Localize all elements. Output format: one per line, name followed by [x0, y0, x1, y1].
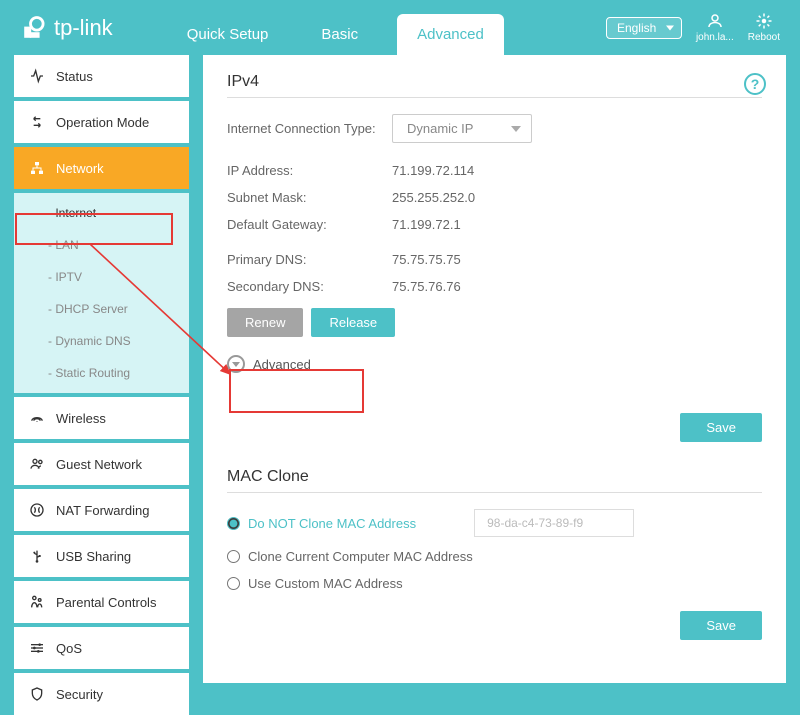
- sidebar-sub-internet[interactable]: - Internet: [14, 197, 189, 229]
- nat-icon: [28, 501, 46, 519]
- gateway-value: 71.199.72.1: [392, 217, 461, 232]
- sidebar-sub-static-routing[interactable]: - Static Routing: [14, 357, 189, 389]
- sidebar-item-qos[interactable]: QoS: [14, 627, 189, 669]
- subnet-value: 255.255.252.0: [392, 190, 475, 205]
- user-icon: [706, 12, 724, 30]
- advanced-toggle[interactable]: Advanced: [227, 355, 762, 373]
- renew-button[interactable]: Renew: [227, 308, 303, 337]
- mac-option-clone-current[interactable]: Clone Current Computer MAC Address: [227, 549, 762, 564]
- sidebar: Status Operation Mode Network - Internet…: [14, 55, 189, 683]
- subnet-label: Subnet Mask:: [227, 190, 392, 205]
- mac-option-no-clone[interactable]: Do NOT Clone MAC Address: [227, 509, 762, 537]
- conn-type-label: Internet Connection Type:: [227, 121, 392, 136]
- ipv4-save-button[interactable]: Save: [680, 413, 762, 442]
- sidebar-item-parental-controls[interactable]: Parental Controls: [14, 581, 189, 623]
- sidebar-item-usb-sharing[interactable]: USB Sharing: [14, 535, 189, 577]
- network-icon: [28, 159, 46, 177]
- sidebar-item-network[interactable]: Network: [14, 147, 189, 189]
- sdns-label: Secondary DNS:: [227, 279, 392, 294]
- shield-icon: [28, 685, 46, 703]
- status-icon: [28, 67, 46, 85]
- chevron-down-icon: [227, 355, 245, 373]
- reboot-button[interactable]: Reboot: [748, 12, 780, 43]
- sdns-value: 75.75.76.76: [392, 279, 461, 294]
- sidebar-sub-lan[interactable]: - LAN: [14, 229, 189, 261]
- ip-label: IP Address:: [227, 163, 392, 178]
- ipv4-section-title: IPv4: [227, 73, 762, 98]
- mac-save-button[interactable]: Save: [680, 611, 762, 640]
- sidebar-sub-iptv[interactable]: - IPTV: [14, 261, 189, 293]
- tplink-logo-icon: [20, 14, 48, 42]
- tab-advanced[interactable]: Advanced: [397, 14, 504, 55]
- sidebar-sub-dhcp[interactable]: - DHCP Server: [14, 293, 189, 325]
- sidebar-item-status[interactable]: Status: [14, 55, 189, 97]
- help-button[interactable]: ?: [744, 73, 766, 95]
- tab-quick-setup[interactable]: Quick Setup: [173, 14, 283, 55]
- mac-clone-section-title: MAC Clone: [227, 468, 762, 493]
- tab-basic[interactable]: Basic: [307, 14, 372, 55]
- main-content: ? IPv4 Internet Connection Type: Dynamic…: [203, 55, 786, 683]
- guest-network-icon: [28, 455, 46, 473]
- sidebar-item-security[interactable]: Security: [14, 673, 189, 715]
- reboot-icon: [755, 12, 773, 30]
- gateway-label: Default Gateway:: [227, 217, 392, 232]
- sidebar-sub-ddns[interactable]: - Dynamic DNS: [14, 325, 189, 357]
- mac-option-custom[interactable]: Use Custom MAC Address: [227, 576, 762, 591]
- qos-icon: [28, 639, 46, 657]
- release-button[interactable]: Release: [311, 308, 395, 337]
- sidebar-item-guest-network[interactable]: Guest Network: [14, 443, 189, 485]
- ip-value: 71.199.72.114: [392, 163, 474, 178]
- mac-radio-no-clone[interactable]: [227, 517, 240, 530]
- parental-icon: [28, 593, 46, 611]
- user-account-button[interactable]: john.la...: [696, 12, 734, 43]
- operation-mode-icon: [28, 113, 46, 131]
- mac-address-display: [474, 509, 634, 537]
- mac-radio-clone-current[interactable]: [227, 550, 240, 563]
- pdns-label: Primary DNS:: [227, 252, 392, 267]
- mac-radio-custom[interactable]: [227, 577, 240, 590]
- usb-icon: [28, 547, 46, 565]
- sidebar-item-wireless[interactable]: Wireless: [14, 397, 189, 439]
- brand-text: tp-link: [54, 15, 113, 41]
- language-select[interactable]: English: [606, 17, 682, 39]
- brand-logo: tp-link: [20, 14, 113, 42]
- wireless-icon: [28, 409, 46, 427]
- conn-type-select[interactable]: Dynamic IP: [392, 114, 532, 143]
- pdns-value: 75.75.75.75: [392, 252, 461, 267]
- network-submenu: - Internet - LAN - IPTV - DHCP Server - …: [14, 193, 189, 393]
- sidebar-item-nat-forwarding[interactable]: NAT Forwarding: [14, 489, 189, 531]
- sidebar-item-operation-mode[interactable]: Operation Mode: [14, 101, 189, 143]
